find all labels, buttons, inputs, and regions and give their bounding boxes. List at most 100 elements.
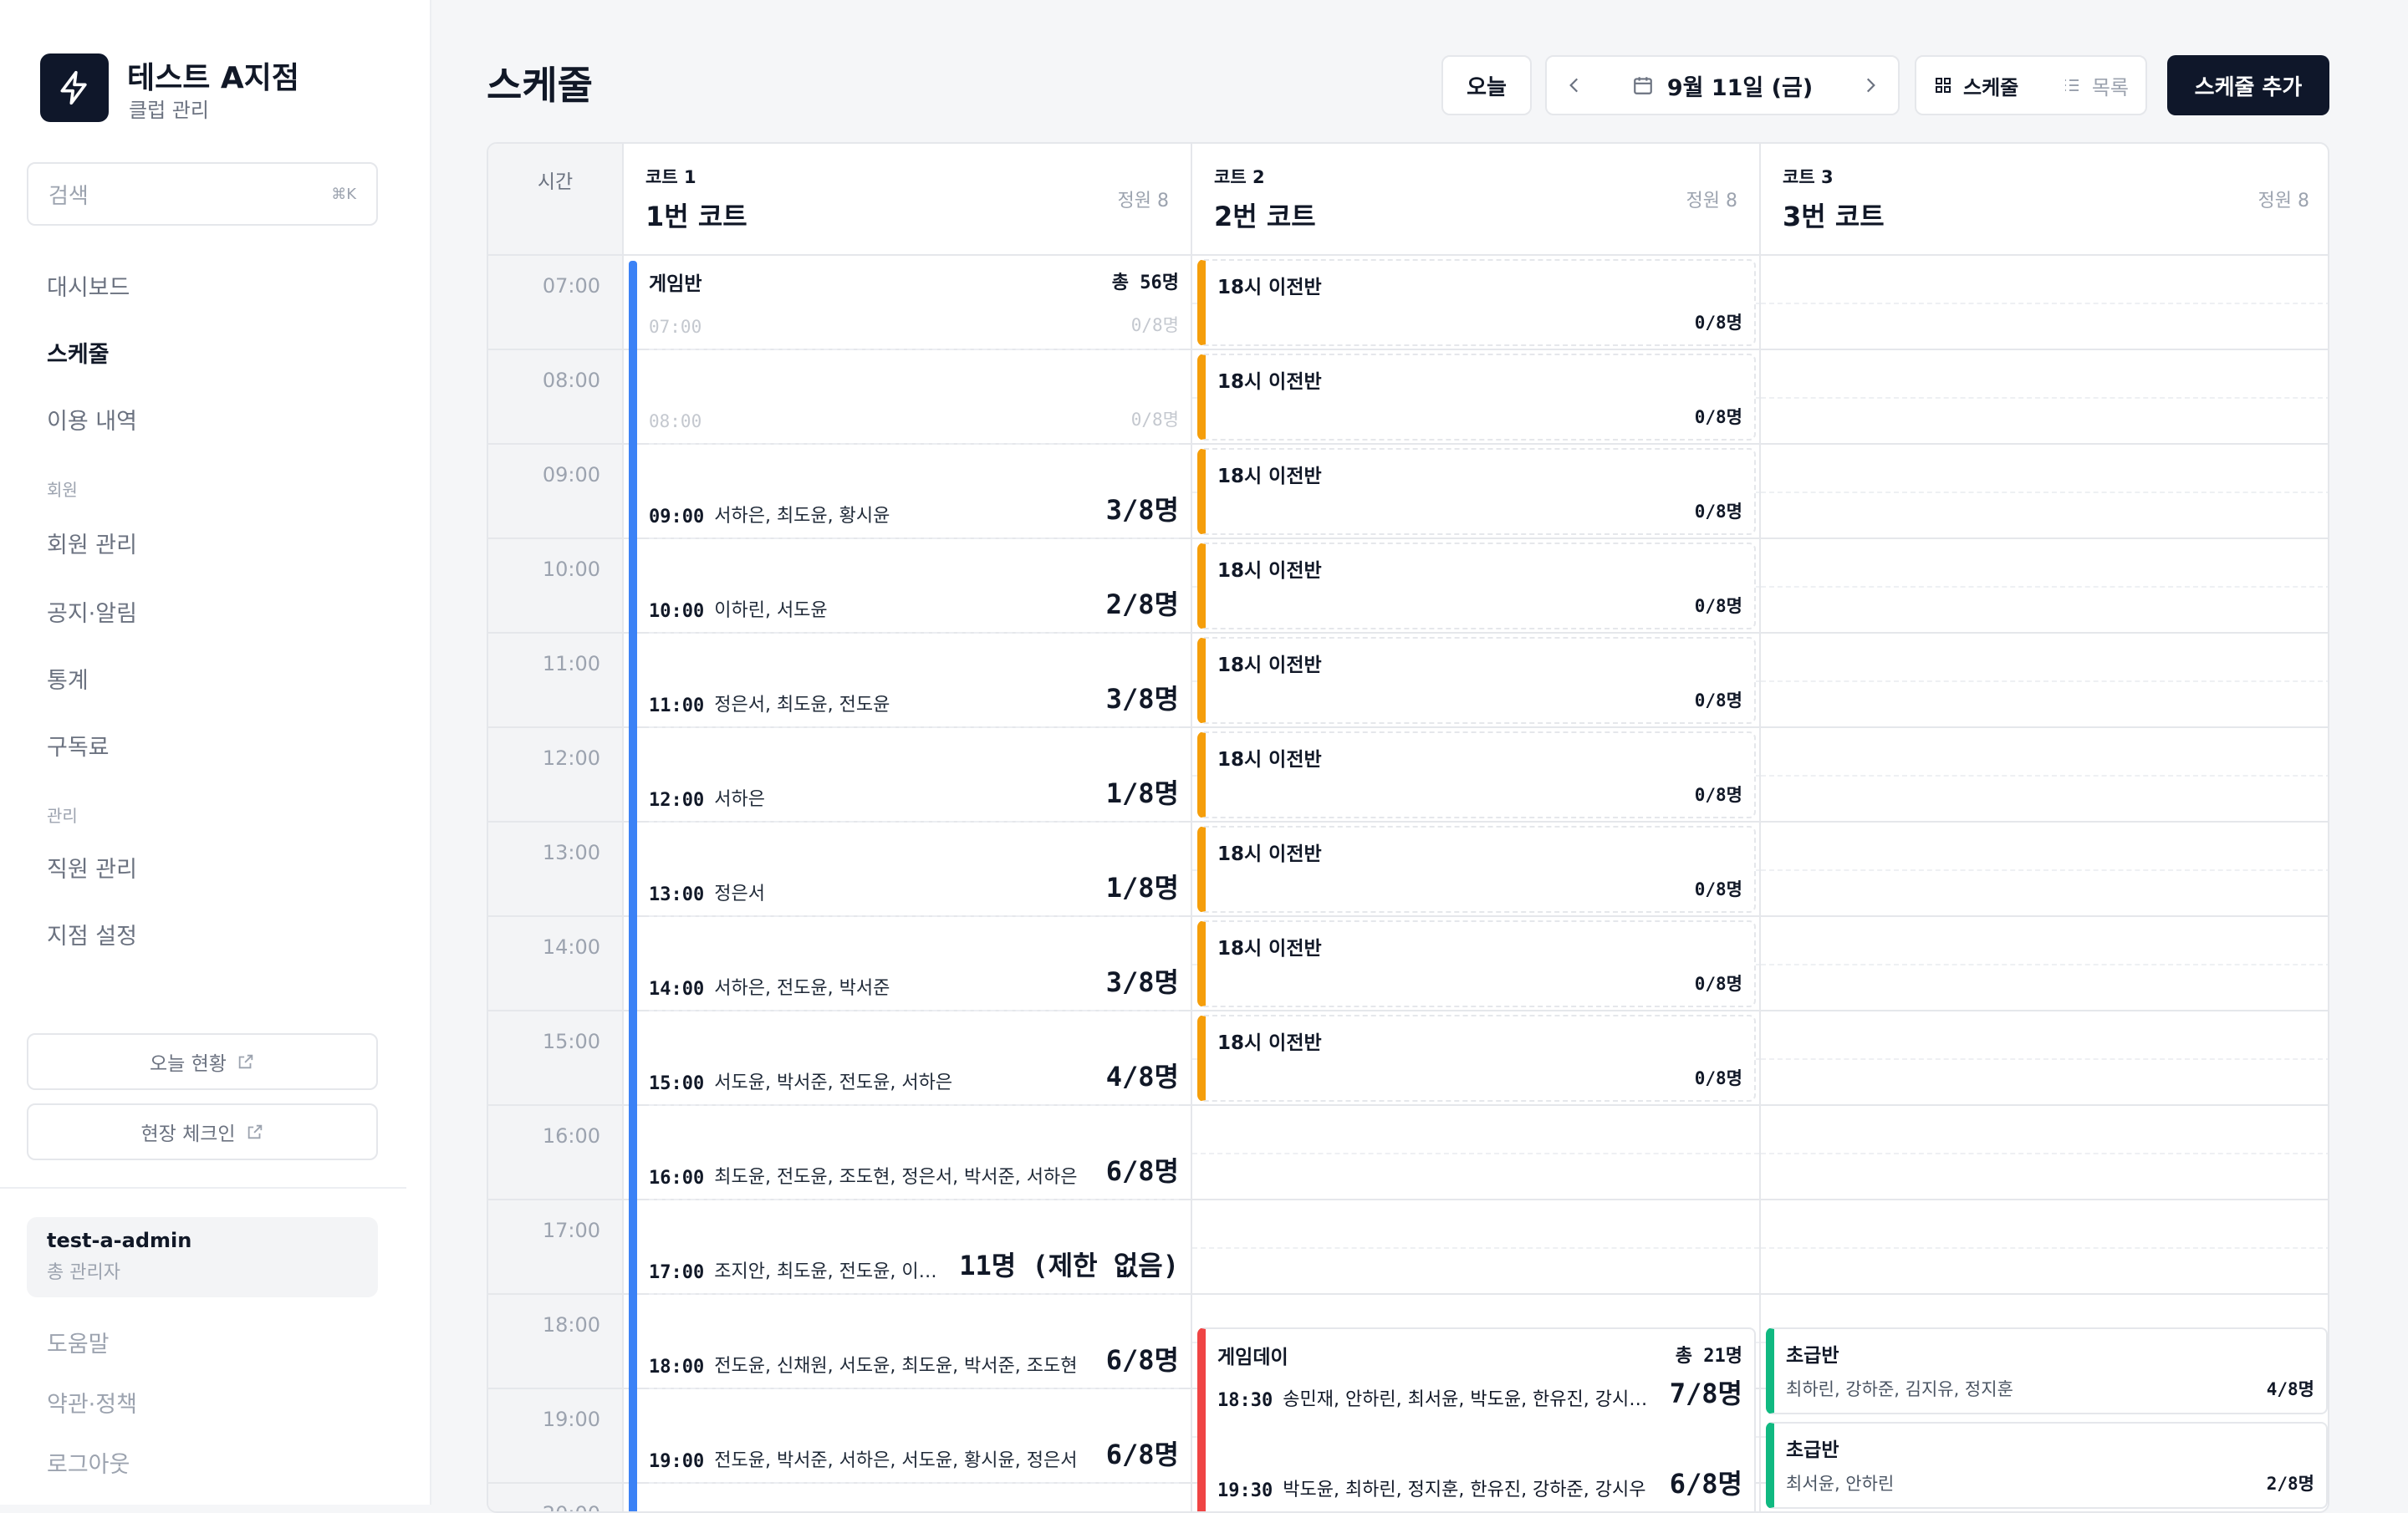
nav-group-members: 회원: [47, 480, 78, 500]
sidebar-item-statistics[interactable]: 통계: [47, 662, 89, 695]
slot-count: 3/8명: [1105, 683, 1179, 715]
chevron-left-icon[interactable]: [1564, 74, 1585, 96]
add-schedule-button[interactable]: 스케줄 추가: [2167, 55, 2329, 115]
slot-time: 19:00: [649, 1451, 705, 1472]
sidebar-item-usage[interactable]: 이용 내역: [47, 403, 137, 436]
slot-count: 6/8명: [1105, 1439, 1179, 1470]
terms-link[interactable]: 약관·정책: [47, 1386, 137, 1419]
slot-line: 15:00 서도윤, 박서준, 전도윤, 서하은 4/8명: [649, 1056, 1179, 1094]
court1-slot[interactable]: 10:00 이하린, 서도윤 2/8명: [649, 539, 1179, 634]
time-label: 08:00: [488, 350, 622, 445]
early-class-event[interactable]: 18시 이전반 0/8명: [1197, 731, 1756, 818]
half-hour-gridline: [1761, 775, 2328, 777]
slot-line: 11:00 정은서, 최도윤, 전도윤 3/8명: [649, 678, 1179, 716]
help-link[interactable]: 도움말: [47, 1326, 110, 1358]
view-schedule-tab[interactable]: 스케줄: [1933, 71, 2018, 100]
user-name: test-a-admin: [47, 1229, 192, 1252]
hour-gridline: [1761, 349, 2328, 350]
slot-count: 0/8명: [1130, 410, 1179, 430]
court-capacity: 정원 8: [1686, 191, 1737, 211]
early-class-event[interactable]: 18시 이전반 0/8명: [1197, 826, 1756, 913]
court1-slot[interactable]: 14:00 서하은, 전도윤, 박서준 3/8명: [649, 917, 1179, 1011]
search-input[interactable]: 검색 ⌘K: [27, 162, 378, 226]
chevron-right-icon[interactable]: [1860, 74, 1881, 96]
brand-subtitle: 클럽 관리: [129, 99, 209, 122]
event-title: 18시 이전반: [1217, 277, 1322, 298]
court1-slot[interactable]: 13:00 정은서 1/8명: [649, 823, 1179, 917]
event-total: 총 56명: [1111, 273, 1179, 293]
early-class-event[interactable]: 18시 이전반 0/8명: [1197, 259, 1756, 346]
court1-slot[interactable]: 19:00 전도윤, 박서준, 서하은, 서도윤, 황시윤, 정은서 6/8명: [649, 1389, 1179, 1484]
sidebar-item-member-management[interactable]: 회원 관리: [47, 527, 137, 559]
beginner-class-event[interactable]: 초급반 최하린, 강하준, 김지유, 정지훈 4/8명: [1766, 1327, 2328, 1414]
slot-line: 13:00 정은서 1/8명: [649, 867, 1179, 905]
court1-slot[interactable]: 15:00 서도윤, 박서준, 전도윤, 서하은 4/8명: [649, 1011, 1179, 1106]
early-class-event[interactable]: 18시 이전반 0/8명: [1197, 637, 1756, 724]
sidebar-item-dashboard[interactable]: 대시보드: [47, 269, 130, 302]
page-title: 스케줄: [487, 63, 593, 108]
sidebar-item-subscription[interactable]: 구독료: [47, 729, 110, 762]
current-date: 9월 11일 (금): [1666, 74, 1814, 101]
logout-link[interactable]: 로그아웃: [47, 1446, 130, 1479]
slot-count: 6/8명: [1105, 1155, 1179, 1187]
early-class-event[interactable]: 18시 이전반 0/8명: [1197, 543, 1756, 629]
time-label: 07:00: [488, 256, 622, 350]
search-shortcut: ⌘K: [331, 185, 356, 203]
early-class-event[interactable]: 18시 이전반 0/8명: [1197, 1015, 1756, 1102]
time-label: 11:00: [488, 634, 622, 728]
today-status-button[interactable]: 오늘 현황: [27, 1033, 378, 1090]
lightning-icon: [60, 70, 87, 105]
slot-line: 10:00 이하린, 서도윤 2/8명: [649, 583, 1179, 622]
slot-time: 08:00: [649, 411, 702, 431]
sidebar-item-staff[interactable]: 직원 관리: [47, 851, 137, 884]
court1-slot[interactable]: 17:00 조지안, 최도윤, 전도윤, 이하린,... 11명 (제한 없음): [649, 1200, 1179, 1295]
court1-slot[interactable]: 11:00 정은서, 최도윤, 전도윤 3/8명: [649, 634, 1179, 728]
slot-names: 서하은, 전도윤, 박서준: [714, 978, 890, 999]
half-hour-gridline: [1761, 303, 2328, 304]
court1-slot[interactable]: 12:00 서하은 1/8명: [649, 728, 1179, 823]
event-title: 18시 이전반: [1217, 938, 1322, 960]
today-button[interactable]: 오늘: [1441, 55, 1532, 115]
time-label: 12:00: [488, 728, 622, 823]
early-class-event[interactable]: 18시 이전반 0/8명: [1197, 354, 1756, 441]
court-header-3: 코트 3 3번 코트 정원 8: [1761, 144, 2328, 256]
sidebar-item-branch-settings[interactable]: 지점 설정: [47, 918, 137, 950]
schedule-grid: 시간 코트 1 1번 코트 정원 8 코트 2 2번 코트 정원 8 코트 3 …: [487, 142, 2329, 1513]
slot-count: 0/8명: [1130, 315, 1179, 335]
hour-gridline: [1761, 726, 2328, 728]
game-day-slot[interactable]: 19:30 박도윤, 최하린, 정지훈, 한유진, 강하준, 강시우 6/8명: [1217, 1463, 1742, 1501]
slot-time: 10:00: [649, 601, 705, 622]
user-card[interactable]: test-a-admin 총 관리자: [27, 1217, 378, 1297]
game-day-slot[interactable]: 18:30 송민재, 안하린, 최서윤, 박도윤, 한유진, 강시우, 송...…: [1217, 1373, 1742, 1411]
half-hour-gridline: [1761, 964, 2328, 965]
brand-logo[interactable]: [40, 53, 109, 122]
event-count: 0/8명: [1694, 879, 1742, 899]
time-label: 15:00: [488, 1011, 622, 1106]
event-title: 18시 이전반: [1217, 655, 1322, 676]
list-icon: [2064, 79, 2079, 91]
sidebar-item-schedule[interactable]: 스케줄: [47, 336, 110, 369]
court1-slot[interactable]: 18:00 전도윤, 신채원, 서도윤, 최도윤, 박서준, 조도현 6/8명: [649, 1295, 1179, 1389]
early-class-event[interactable]: 18시 이전반 0/8명: [1197, 448, 1756, 535]
event-count: 0/8명: [1694, 313, 1742, 333]
hour-gridline: [1761, 821, 2328, 823]
slot-line: 19:00 전도윤, 박서준, 서하은, 서도윤, 황시윤, 정은서 6/8명: [649, 1434, 1179, 1472]
slot-time: 17:00: [649, 1262, 705, 1283]
court1-slot[interactable]: 게임반 총 56명 07:00 0/8명: [649, 256, 1179, 350]
date-picker[interactable]: 9월 11일 (금): [1632, 69, 1813, 102]
view-list-tab[interactable]: 목록: [2062, 71, 2129, 100]
onsite-checkin-button[interactable]: 현장 체크인: [27, 1103, 378, 1160]
game-day-event[interactable]: 게임데이 총 21명 18:30 송민재, 안하린, 최서윤, 박도윤, 한유진…: [1197, 1327, 1756, 1511]
court1-slot[interactable]: 16:00 최도윤, 전도윤, 조도현, 정은서, 박서준, 서하은 6/8명: [649, 1106, 1179, 1200]
event-title: 18시 이전반: [1217, 1032, 1322, 1054]
beginner-class-event[interactable]: 초급반 최서윤, 안하린 2/8명: [1766, 1422, 2328, 1509]
slot-names: 박도윤, 최하린, 정지훈, 한유진, 강하준, 강시우: [1283, 1480, 1646, 1500]
half-hour-gridline: [1192, 1247, 1759, 1249]
court1-slot[interactable]: 09:00 서하은, 최도윤, 황시윤 3/8명: [649, 445, 1179, 539]
hour-gridline: [1192, 632, 1759, 634]
slot-time: 19:30: [1217, 1480, 1273, 1501]
hour-gridline: [1192, 1293, 1759, 1295]
court1-slot[interactable]: 08:00 0/8명: [649, 350, 1179, 445]
sidebar-item-notices[interactable]: 공지·알림: [47, 595, 137, 628]
early-class-event[interactable]: 18시 이전반 0/8명: [1197, 920, 1756, 1007]
